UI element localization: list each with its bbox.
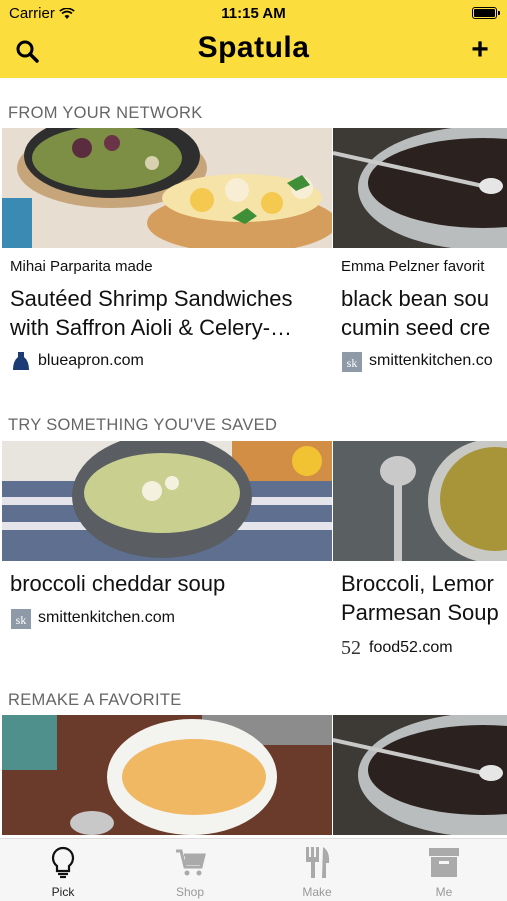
- recipe-title-line1: black bean sou: [341, 286, 489, 311]
- recipe-card[interactable]: [333, 715, 507, 835]
- cart-icon: [176, 849, 206, 876]
- section-title-saved: TRY SOMETHING YOU'VE SAVED: [8, 416, 278, 434]
- tab-bar: Pick Shop Make Me: [0, 838, 507, 901]
- svg-text:sk: sk: [16, 613, 27, 627]
- recipe-source-label: smittenkitchen.com: [38, 609, 175, 626]
- food52-logo-icon: 52: [341, 637, 361, 659]
- recipe-source-label: smittenkitchen.co: [369, 352, 493, 369]
- recipe-title-line2: with Saffron Aioli & Celery-…: [10, 315, 293, 340]
- recipe-source: 52 food52.com: [341, 637, 453, 659]
- tab-label: Shop: [175, 885, 205, 899]
- recipe-card[interactable]: Emma Pelzner favorit black bean sou cumi…: [333, 128, 507, 378]
- recipe-card[interactable]: Mihai Parparita made Sautéed Shrimp Sand…: [2, 128, 332, 378]
- recipe-image: [333, 128, 507, 248]
- recipe-card[interactable]: [2, 715, 332, 835]
- recipe-card[interactable]: broccoli cheddar soup sk smittenkitchen.…: [2, 441, 332, 671]
- utensils-icon: [306, 847, 330, 878]
- status-time: 11:15 AM: [221, 5, 286, 22]
- tab-me[interactable]: Me: [381, 839, 507, 901]
- tab-label: Me: [435, 885, 453, 899]
- recipe-source: sk smittenkitchen.com: [10, 607, 175, 629]
- recipe-activity: Emma Pelzner favorit: [341, 258, 485, 275]
- section-title-favorite: REMAKE A FAVORITE: [8, 691, 182, 709]
- recipe-image: [333, 715, 507, 835]
- recipe-source: blueapron.com: [10, 350, 144, 372]
- tab-make[interactable]: Make: [254, 839, 380, 901]
- nav-bar: Spatula +: [0, 26, 507, 78]
- battery-icon: [472, 7, 500, 19]
- tab-pick[interactable]: Pick: [0, 839, 126, 901]
- blueapron-logo-icon: [13, 352, 29, 370]
- recipe-title-line2: Parmesan Soup: [341, 600, 499, 625]
- smittenkitchen-logo-icon: sk: [342, 352, 362, 372]
- recipe-image: [2, 441, 332, 561]
- recipe-title-line1: Broccoli, Lemor: [341, 571, 494, 596]
- tab-label: Make: [302, 885, 332, 899]
- lightbulb-icon: [51, 846, 75, 879]
- status-bar: Carrier 11:15 AM: [0, 0, 507, 26]
- recipe-card[interactable]: Broccoli, Lemor Parmesan Soup 52 food52.…: [333, 441, 507, 681]
- tab-label: Pick: [51, 885, 75, 899]
- recipe-image: [2, 715, 332, 835]
- recipe-title-line1: Sautéed Shrimp Sandwiches: [10, 286, 293, 311]
- recipe-image: [333, 441, 507, 561]
- recipe-title-line1: broccoli cheddar soup: [10, 571, 226, 596]
- section-title-network: FROM YOUR NETWORK: [8, 104, 203, 122]
- recipe-source-label: food52.com: [369, 639, 453, 656]
- recipe-title-line2: cumin seed cre: [341, 315, 491, 340]
- app-title: Spatula: [197, 31, 310, 64]
- recipe-source: sk smittenkitchen.co: [341, 350, 493, 372]
- recipe-image: [2, 128, 332, 248]
- smittenkitchen-logo-icon: sk: [11, 609, 31, 629]
- svg-text:sk: sk: [347, 356, 358, 370]
- add-button[interactable]: +: [467, 35, 493, 65]
- recipe-source-label: blueapron.com: [38, 352, 144, 369]
- feed[interactable]: FROM YOUR NETWORK Mihai Parparita made S…: [0, 78, 507, 838]
- app-header: Carrier 11:15 AM Spatula +: [0, 0, 507, 78]
- tab-shop[interactable]: Shop: [127, 839, 253, 901]
- recipe-activity: Mihai Parparita made: [10, 258, 153, 275]
- box-icon: [429, 848, 459, 877]
